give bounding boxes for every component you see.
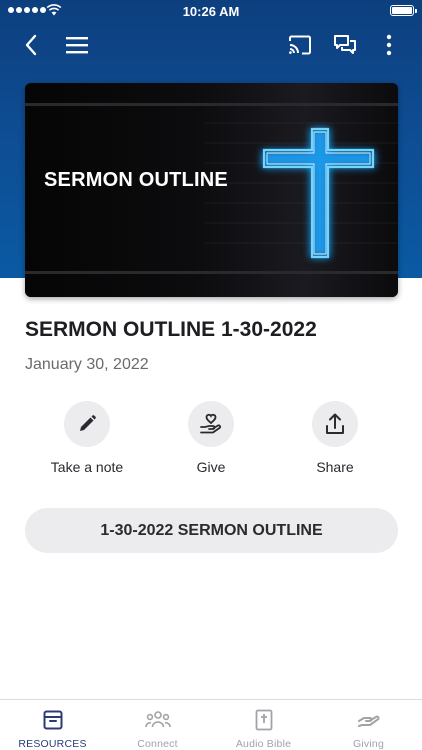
cast-icon[interactable] (285, 30, 315, 60)
share-button[interactable]: Share (280, 401, 390, 475)
more-vertical-icon[interactable] (374, 30, 404, 60)
page-title: SERMON OUTLINE 1-30-2022 (25, 318, 317, 341)
giving-hand-icon (357, 709, 381, 731)
share-icon (312, 401, 358, 447)
chat-icon[interactable] (330, 30, 360, 60)
status-time: 10:26 AM (182, 4, 240, 19)
take-note-label: Take a note (50, 459, 124, 475)
tab-bar: RESOURCES Connect Audio Bible Giving (0, 699, 422, 750)
share-label: Share (316, 459, 354, 475)
action-row: Take a note Give Share (0, 401, 422, 481)
battery-icon (390, 5, 417, 16)
heart-hand-icon (188, 401, 234, 447)
status-bar: 10:26 AM (0, 0, 422, 22)
tab-audio-bible[interactable]: Audio Bible (211, 700, 316, 750)
tab-audio-bible-label: Audio Bible (235, 738, 292, 750)
people-icon (144, 709, 171, 731)
navigation-bar (0, 24, 422, 64)
give-button[interactable]: Give (156, 401, 266, 475)
give-label: Give (196, 459, 226, 475)
sermon-cover-image: SERMON OUTLINE (25, 83, 398, 297)
pencil-icon (64, 401, 110, 447)
bible-icon (255, 709, 273, 731)
tab-connect[interactable]: Connect (105, 700, 210, 750)
tab-resources-label: RESOURCES (18, 738, 87, 750)
sermon-date: January 30, 2022 (25, 356, 149, 373)
take-note-button[interactable]: Take a note (32, 401, 142, 475)
tab-resources[interactable]: RESOURCES (0, 700, 105, 750)
archive-box-icon (43, 709, 63, 731)
sermon-outline-button[interactable]: 1-30-2022 SERMON OUTLINE (25, 508, 398, 553)
back-chevron-icon[interactable] (16, 30, 46, 60)
tab-giving-label: Giving (353, 738, 384, 750)
menu-icon[interactable] (62, 30, 92, 60)
cover-image-title: SERMON OUTLINE (44, 169, 228, 191)
tab-connect-label: Connect (137, 738, 178, 750)
tab-giving[interactable]: Giving (316, 700, 421, 750)
